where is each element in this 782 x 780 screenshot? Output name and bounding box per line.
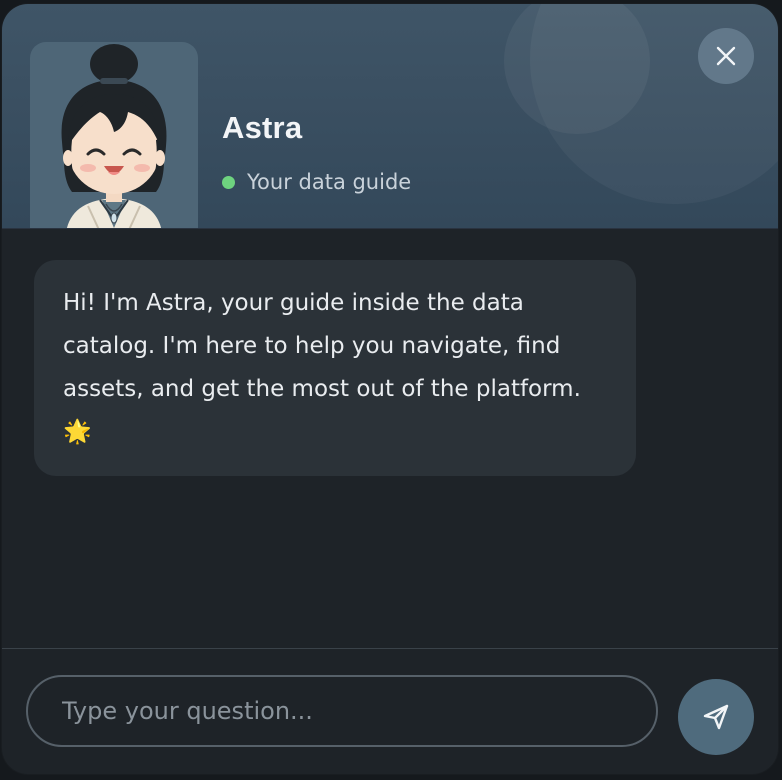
- chat-window: Astra Your data guide Hi! I'm Astra, you…: [2, 4, 778, 774]
- assistant-subtitle: Your data guide: [247, 170, 412, 194]
- assistant-name: Astra: [222, 110, 303, 145]
- chibi-character-avatar: [61, 44, 167, 228]
- avatar: [30, 42, 198, 228]
- assistant-status: Your data guide: [222, 170, 411, 194]
- question-input[interactable]: [62, 677, 642, 745]
- message-list: Hi! I'm Astra, your guide inside the dat…: [2, 229, 778, 649]
- send-icon: [703, 704, 729, 730]
- online-status-dot: [222, 175, 235, 189]
- close-icon: [716, 46, 736, 66]
- composer: [2, 648, 778, 774]
- assistant-message-bubble: Hi! I'm Astra, your guide inside the dat…: [34, 260, 636, 476]
- close-button[interactable]: [698, 28, 754, 84]
- chat-header: Astra Your data guide: [2, 4, 778, 229]
- send-button[interactable]: [678, 679, 754, 755]
- question-input-wrapper[interactable]: [26, 675, 658, 747]
